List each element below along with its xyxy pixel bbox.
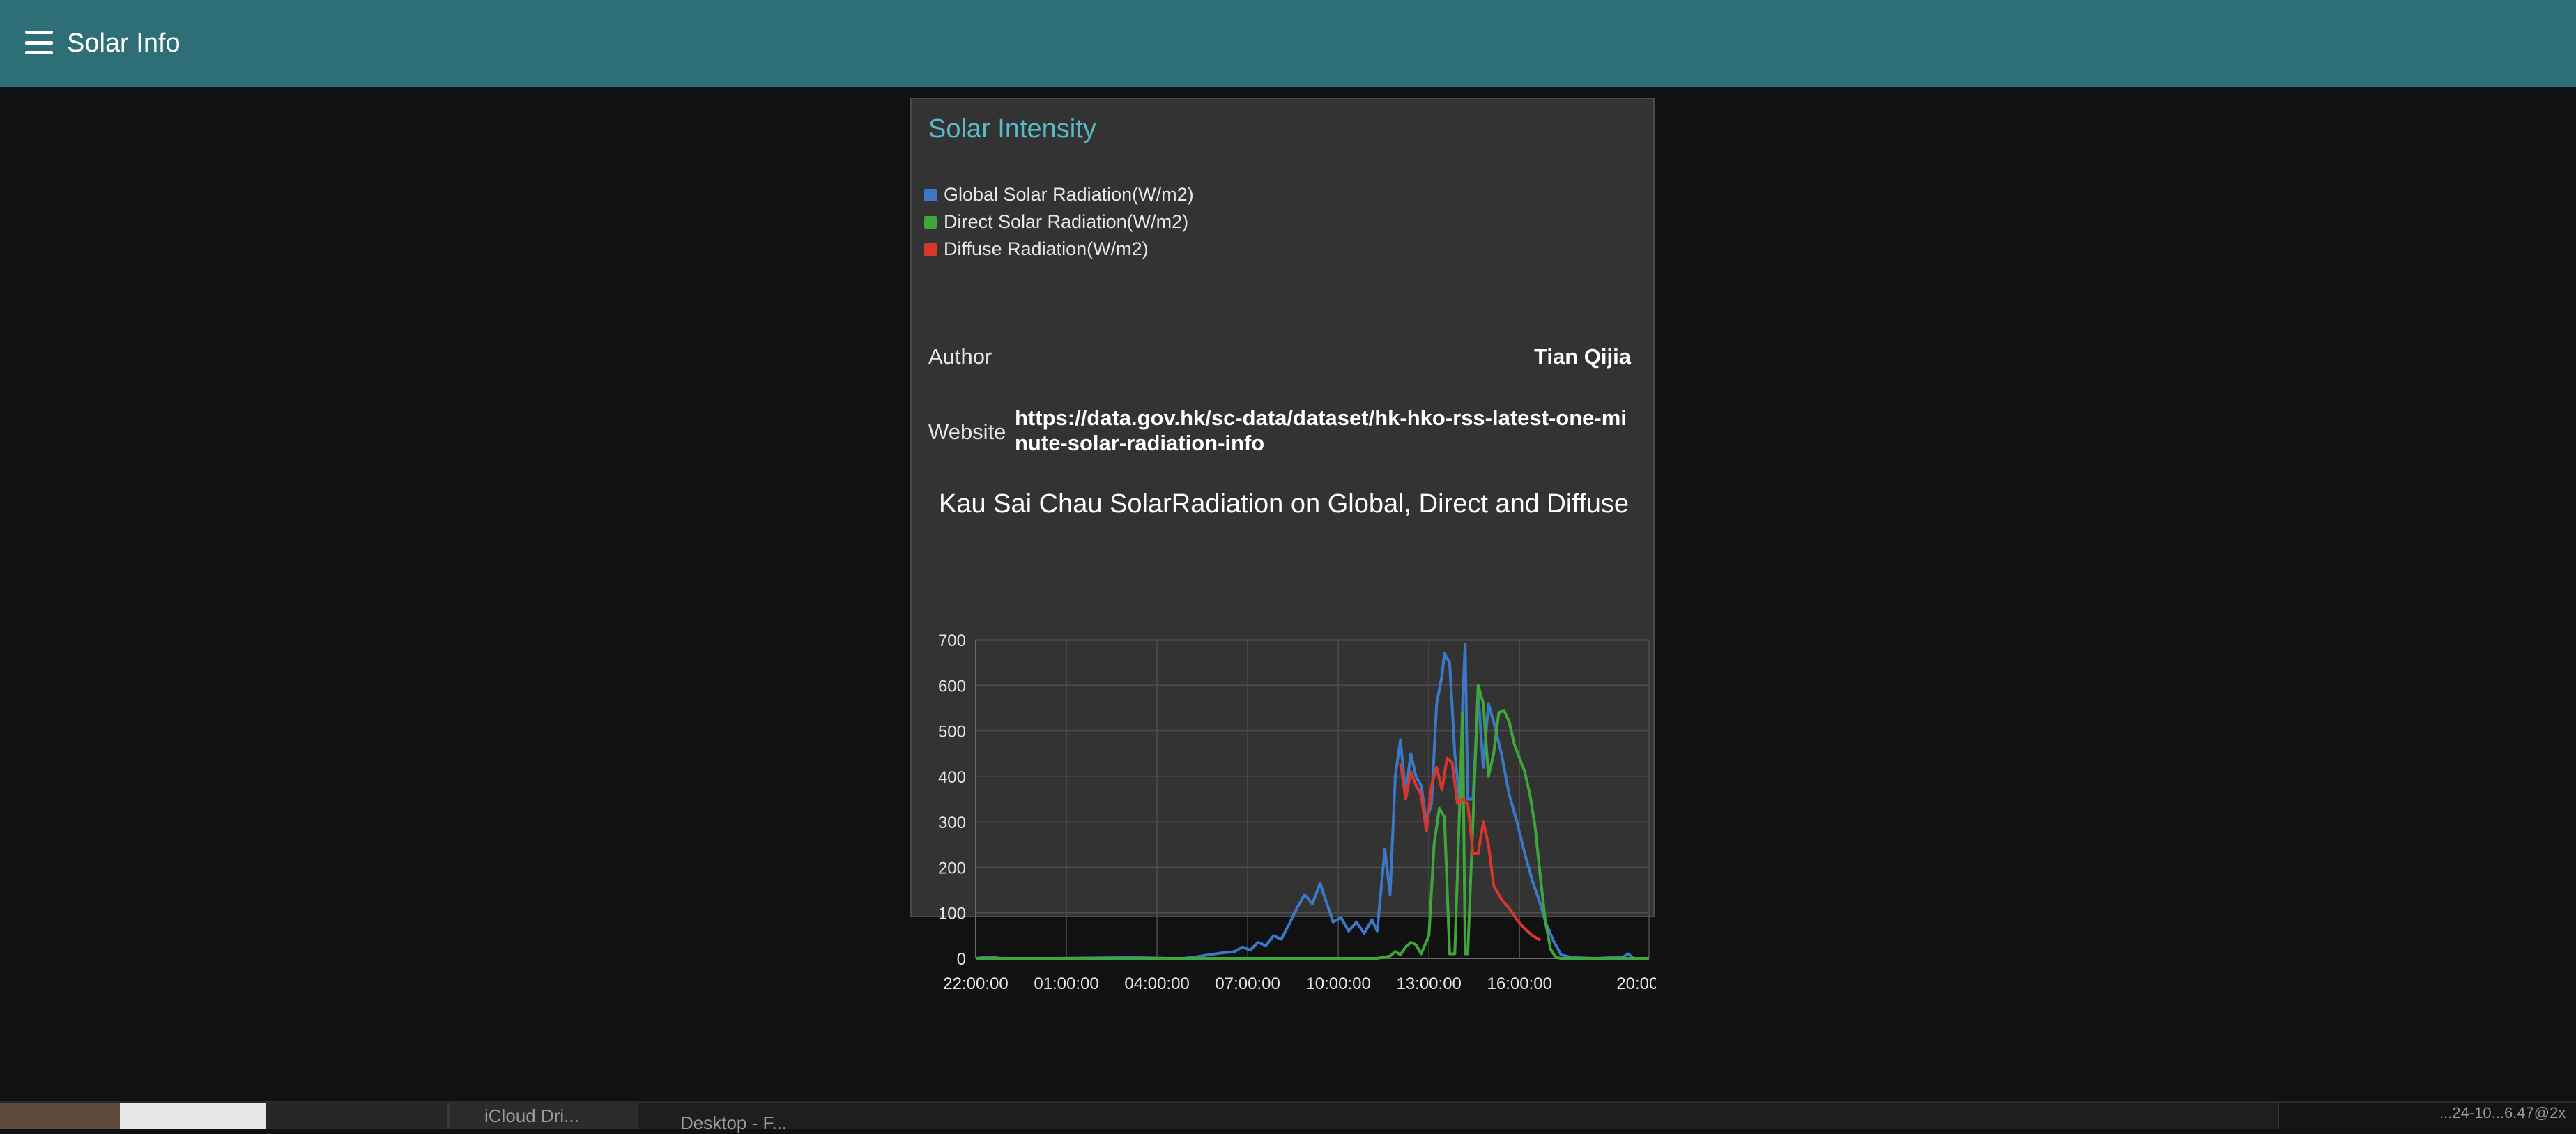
background-finder-sidebar: iCloud Dri... bbox=[447, 1103, 639, 1129]
background-file-label-area: ...24-10...6.47@2x bbox=[2278, 1103, 2576, 1129]
screenshot-file-label: ...24-10...6.47@2x bbox=[2439, 1104, 2566, 1121]
website-label: Website bbox=[928, 420, 1006, 444]
y-tick-label: 0 bbox=[957, 950, 966, 969]
y-tick-label: 600 bbox=[938, 677, 966, 696]
card-title: Solar Intensity bbox=[928, 114, 1096, 144]
x-tick-label: 07:00:00 bbox=[1215, 974, 1280, 993]
legend-swatch-direct bbox=[924, 215, 937, 229]
legend-item-diffuse[interactable]: Diffuse Radiation(W/m2) bbox=[924, 236, 1194, 263]
author-label: Author bbox=[928, 344, 992, 369]
background-desktop-strip: iCloud Dri... Desktop - F... ...24-10...… bbox=[0, 1101, 2576, 1133]
background-panel-dark bbox=[266, 1103, 447, 1129]
radiation-line-chart: 700 600 500 400 300 200 100 0 22:00:00 01:00:00 04… bbox=[938, 631, 1656, 993]
legend-label-diffuse: Diffuse Radiation(W/m2) bbox=[944, 238, 1149, 259]
x-tick-label: 16:00:00 bbox=[1487, 974, 1552, 993]
background-photo-thumbnail bbox=[0, 1103, 120, 1129]
legend-swatch-diffuse bbox=[924, 243, 937, 256]
hamburger-menu-icon[interactable] bbox=[25, 31, 53, 54]
x-tick-label: 22:00:00 bbox=[943, 974, 1008, 993]
legend-label-global: Global Solar Radiation(W/m2) bbox=[944, 184, 1194, 205]
x-tick-label: 20:00:00 bbox=[1616, 974, 1656, 993]
y-tick-label: 200 bbox=[938, 859, 966, 878]
legend-item-direct[interactable]: Direct Solar Radiation(W/m2) bbox=[924, 208, 1194, 236]
y-tick-label: 300 bbox=[938, 813, 966, 832]
y-tick-label: 500 bbox=[938, 723, 966, 742]
solar-intensity-card: Solar Intensity Global Solar Radiation(W… bbox=[910, 98, 1656, 993]
app-header: Solar Info bbox=[0, 0, 2576, 87]
app-title: Solar Info bbox=[67, 29, 181, 58]
y-tick-label: 100 bbox=[938, 905, 966, 924]
desktop-folder-label: Desktop - F... bbox=[680, 1112, 788, 1133]
series-global-line bbox=[975, 643, 1649, 960]
x-tick-label: 13:00:00 bbox=[1396, 974, 1461, 993]
x-tick-label: 04:00:00 bbox=[1124, 974, 1189, 993]
y-tick-label: 700 bbox=[938, 631, 966, 650]
chart-title: Kau Sai Chau SolarRadiation on Global, D… bbox=[939, 489, 1629, 519]
icloud-drive-label: iCloud Dri... bbox=[484, 1105, 579, 1126]
x-tick-label: 10:00:00 bbox=[1305, 974, 1370, 993]
website-link[interactable]: https://data.gov.hk/sc-data/dataset/hk-h… bbox=[1015, 406, 1635, 456]
background-finder-window: Desktop - F... bbox=[637, 1103, 2279, 1133]
x-tick-label: 01:00:00 bbox=[1034, 974, 1098, 993]
legend-label-direct: Direct Solar Radiation(W/m2) bbox=[944, 211, 1189, 232]
author-value: Tian Qijia bbox=[1534, 344, 1631, 369]
legend-item-global[interactable]: Global Solar Radiation(W/m2) bbox=[924, 181, 1194, 208]
background-panel bbox=[120, 1103, 266, 1129]
legend-swatch-global bbox=[924, 188, 937, 201]
chart-legend: Global Solar Radiation(W/m2) Direct Sola… bbox=[924, 181, 1194, 263]
y-tick-label: 400 bbox=[938, 768, 966, 787]
